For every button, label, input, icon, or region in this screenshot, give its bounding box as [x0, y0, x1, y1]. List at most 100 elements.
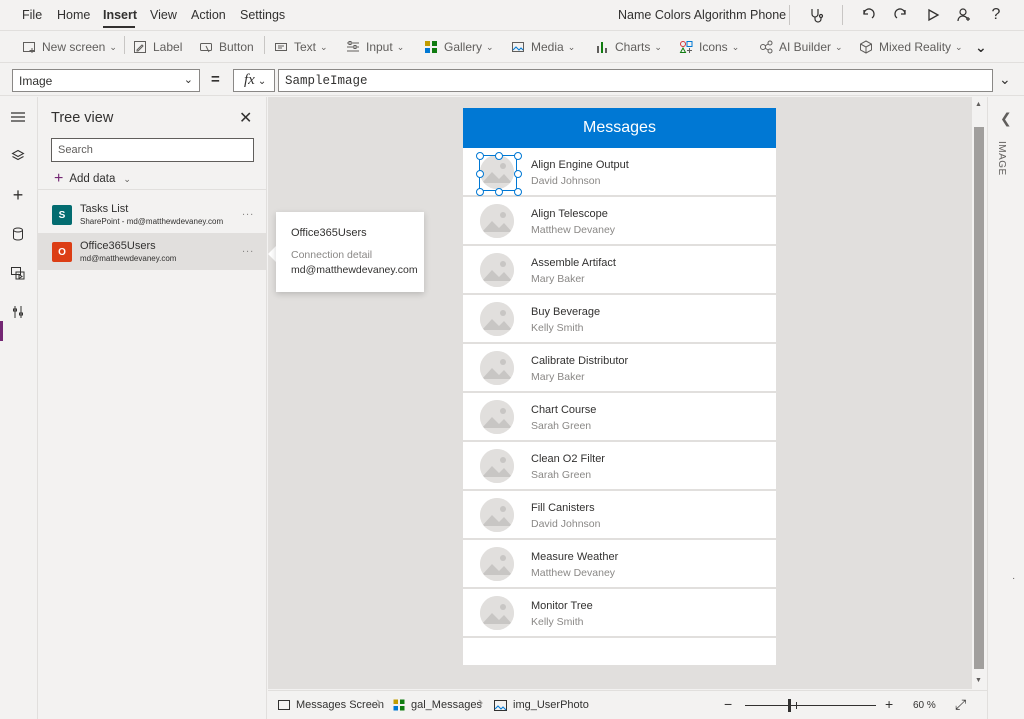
property-dropdown[interactable]: Image ⌄ [12, 69, 200, 92]
advanced-tools-icon[interactable] [6, 300, 30, 324]
button-button[interactable]: Button [199, 38, 254, 56]
data-source-item[interactable]: S Tasks List SharePoint - md@matthewdeva… [38, 196, 267, 233]
gallery-item-title: Chart Course [531, 404, 597, 416]
breadcrumb-screen[interactable]: Messages Screen [278, 699, 384, 711]
input-menu-button[interactable]: Input ⌄ [346, 38, 404, 56]
zoom-slider-thumb[interactable] [788, 699, 791, 712]
ai-builder-label: AI Builder [779, 40, 832, 54]
close-icon[interactable]: ✕ [239, 108, 252, 128]
gallery-menu-button[interactable]: Gallery ⌄ [424, 38, 494, 56]
expand-panel-chevron-icon[interactable]: ❮ [1000, 110, 1012, 127]
data-source-item[interactable]: O Office365Users md@matthewdevaney.com .… [38, 233, 267, 270]
layers-tree-view-icon[interactable] [6, 144, 30, 168]
gallery-row[interactable]: Chart Course Sarah Green [463, 393, 776, 442]
menu-settings[interactable]: Settings [240, 8, 285, 22]
text-menu-button[interactable]: Text ⌄ [274, 38, 328, 56]
resize-handle[interactable] [495, 188, 503, 196]
text-icon [274, 40, 288, 54]
new-screen-button[interactable]: New screen ⌄ [22, 38, 117, 56]
hamburger-menu-icon[interactable] [6, 105, 30, 129]
user-photo-placeholder-icon [480, 400, 514, 434]
charts-menu-button[interactable]: Charts ⌄ [595, 38, 662, 56]
scroll-up-arrow-icon[interactable]: ▲ [975, 101, 982, 108]
zoom-in-button[interactable]: + [885, 696, 893, 712]
properties-panel-collapsed: ❮ IMAGE · [987, 97, 1024, 719]
zoom-slider[interactable] [745, 705, 876, 706]
breadcrumb-label: img_UserPhoto [513, 699, 589, 711]
add-data-button[interactable]: + Add data ⌄ [54, 170, 131, 188]
insert-plus-icon[interactable]: + [6, 183, 30, 207]
play-preview-icon[interactable] [921, 4, 945, 26]
undo-icon[interactable] [856, 4, 880, 26]
gallery-row[interactable]: Align Engine Output David Johnson [463, 148, 776, 197]
mixed-reality-menu-button[interactable]: Mixed Reality ⌄ [859, 38, 963, 56]
scrollbar-thumb[interactable] [974, 127, 984, 669]
gallery-row[interactable]: Calibrate Distributor Mary Baker [463, 344, 776, 393]
icons-menu-button[interactable]: Icons ⌄ [679, 38, 739, 56]
messages-screen[interactable]: Messages Align Engine Output David Johnso… [463, 108, 776, 665]
more-options-icon[interactable]: ... [242, 243, 254, 255]
gallery-row[interactable]: Fill Canisters David Johnson [463, 491, 776, 540]
gallery-row[interactable]: Align Telescope Matthew Devaney [463, 197, 776, 246]
app-checker-stethoscope-icon[interactable] [805, 4, 829, 26]
more-options-icon[interactable]: ... [242, 206, 254, 218]
gallery-row[interactable]: Buy Beverage Kelly Smith [463, 295, 776, 344]
chevron-down-icon: ⌄ [257, 76, 267, 87]
user-photo-placeholder-icon [480, 253, 514, 287]
gallery-row[interactable]: Measure Weather Matthew Devaney [463, 540, 776, 589]
menu-file[interactable]: File [22, 8, 42, 22]
canvas-scrollbar[interactable]: ▲ ▼ [972, 97, 986, 689]
resize-handle[interactable] [514, 188, 522, 196]
properties-panel-label: IMAGE [996, 141, 1007, 176]
data-source-name: Office365Users [80, 240, 156, 252]
ai-builder-menu-button[interactable]: AI Builder ⌄ [759, 38, 843, 56]
resize-handle[interactable] [514, 170, 522, 178]
menu-action[interactable]: Action [191, 8, 226, 22]
breadcrumb-separator: › [376, 694, 382, 711]
chevron-down-icon: ⌄ [731, 41, 740, 52]
help-icon[interactable]: ? [984, 4, 1008, 26]
breadcrumb-gallery[interactable]: gal_Messages [393, 699, 482, 711]
equals-sign: = [211, 71, 220, 88]
data-cylinder-icon[interactable] [6, 222, 30, 246]
share-user-icon[interactable] [952, 4, 976, 26]
mixed-reality-cube-icon [859, 40, 873, 54]
resize-handle[interactable] [514, 152, 522, 160]
fx-icon: fx [244, 72, 255, 88]
zoom-level: 60 % [913, 700, 936, 711]
charts-label: Charts [615, 40, 651, 54]
resize-handle[interactable] [476, 188, 484, 196]
media-menu-button[interactable]: Media ⌄ [511, 38, 575, 56]
new-screen-icon [22, 40, 36, 54]
resize-handle[interactable] [495, 152, 503, 160]
icons-shapes-icon [679, 40, 693, 54]
gallery-icon [424, 40, 438, 54]
menu-home[interactable]: Home [57, 8, 90, 22]
scroll-down-arrow-icon[interactable]: ▼ [975, 677, 982, 684]
ribbon-overflow-chevron-icon[interactable]: ⌄ [975, 38, 987, 56]
menu-insert[interactable]: Insert [103, 8, 137, 22]
zoom-out-button[interactable]: − [724, 696, 732, 712]
fx-function-button[interactable]: fx ⌄ [233, 69, 275, 92]
user-photo-placeholder-icon [480, 302, 514, 336]
active-rail-indicator [0, 321, 3, 341]
gallery-row[interactable]: Assemble Artifact Mary Baker [463, 246, 776, 295]
redo-icon[interactable] [889, 4, 913, 26]
resize-handle[interactable] [476, 170, 484, 178]
gallery-item-subtitle: Mary Baker [531, 371, 585, 383]
breadcrumb-image[interactable]: img_UserPhoto [494, 699, 589, 711]
label-button[interactable]: Label [133, 38, 182, 56]
left-rail: + [0, 97, 38, 719]
fit-to-window-icon[interactable]: ⤢ [955, 696, 966, 713]
menu-view[interactable]: View [150, 8, 177, 22]
gallery-row[interactable]: Monitor Tree Kelly Smith [463, 589, 776, 638]
media-icon[interactable] [6, 261, 30, 285]
gallery-row[interactable]: Clean O2 Filter Sarah Green [463, 442, 776, 491]
selection-box[interactable] [476, 152, 522, 196]
search-input[interactable]: Search [51, 138, 254, 162]
expand-formula-chevron-icon[interactable]: ⌄ [999, 71, 1011, 88]
chevron-down-icon: ⌄ [183, 74, 193, 86]
breadcrumb-separator: › [478, 694, 484, 711]
resize-handle[interactable] [476, 152, 484, 160]
formula-input[interactable]: SampleImage [278, 69, 993, 92]
